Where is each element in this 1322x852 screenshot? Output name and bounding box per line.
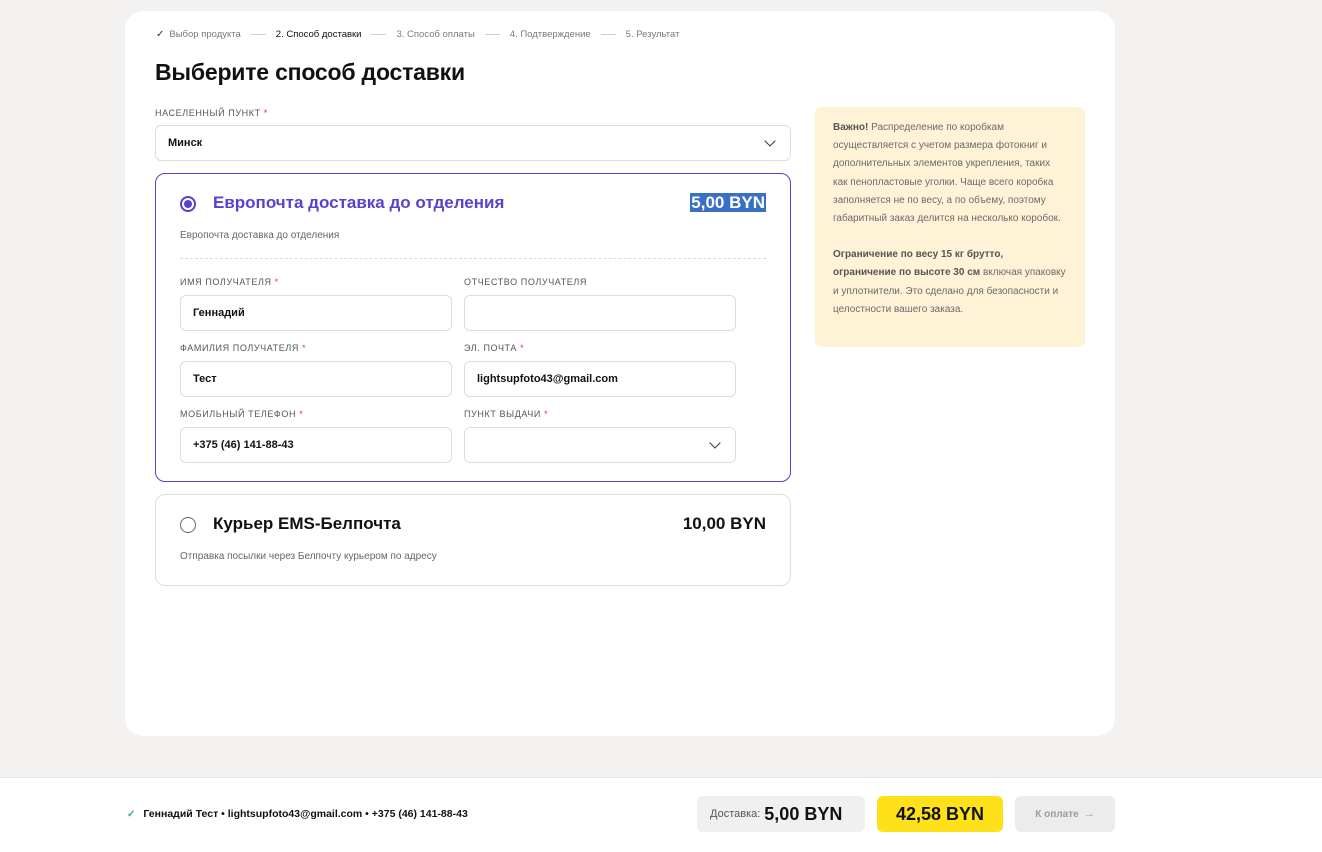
step-label: 2. Способ доставки: [275, 29, 362, 40]
pickup-point-select[interactable]: [464, 427, 736, 463]
phone-label: МОБИЛЬНЫЙ ТЕЛЕФОН *: [180, 409, 304, 419]
city-value: Минск: [168, 137, 203, 149]
step-separator: [600, 34, 616, 35]
phone-field[interactable]: +375 (46) 141-88-43: [180, 427, 452, 463]
check-icon: ✓: [127, 808, 136, 820]
first-name-label: ИМЯ ПОЛУЧАТЕЛЯ *: [180, 277, 279, 287]
email-label: ЭЛ. ПОЧТА *: [464, 343, 525, 353]
option-description: Отправка посылки через Белпочту курьером…: [180, 551, 437, 562]
option-name: Европочта доставка до отделения: [213, 193, 505, 212]
chevron-down-icon: [709, 437, 721, 449]
step-label: 4. Подтверждение: [509, 29, 591, 40]
option-description: Европочта доставка до отделения: [180, 230, 340, 241]
patronymic-field[interactable]: [464, 295, 736, 331]
step-payment: 3. Способ оплаты: [396, 29, 474, 40]
step-separator: [484, 34, 500, 35]
checkout-card: ✓ Выбор продукта 2. Способ доставки 3. С…: [125, 11, 1115, 736]
order-footer: ✓ Геннадий Тест • lightsupfoto43@gmail.c…: [0, 777, 1322, 852]
first-name-field[interactable]: Геннадий: [180, 295, 452, 331]
email-field[interactable]: lightsupfoto43@gmail.com: [464, 361, 736, 397]
customer-summary: ✓ Геннадий Тест • lightsupfoto43@gmail.c…: [127, 808, 468, 820]
delivery-cost: Доставка: 5,00 BYN: [697, 796, 865, 832]
patronymic-label: ОТЧЕСТВО ПОЛУЧАТЕЛЯ: [464, 277, 587, 287]
last-name-field[interactable]: Тест: [180, 361, 452, 397]
step-label: Выбор продукта: [169, 29, 241, 40]
step-label: 5. Результат: [625, 29, 680, 40]
chevron-down-icon: [764, 135, 776, 147]
radio-unselected[interactable]: [180, 517, 196, 533]
radio-selected[interactable]: [180, 196, 196, 212]
order-total: 42,58 BYN: [877, 796, 1003, 832]
shipping-notice: Важно! Распределение по коробкам осущест…: [815, 107, 1085, 347]
divider: [180, 258, 766, 259]
step-separator: [371, 34, 387, 35]
step-confirmation: 4. Подтверждение: [510, 29, 591, 40]
pay-button[interactable]: К оплате →: [1015, 796, 1115, 832]
option-price: 10,00 BYN: [682, 514, 766, 533]
step-label: 3. Способ оплаты: [396, 29, 475, 40]
last-name-label: ФАМИЛИЯ ПОЛУЧАТЕЛЯ *: [180, 343, 307, 353]
city-select[interactable]: Минск: [155, 125, 791, 161]
checkout-stepper: ✓ Выбор продукта 2. Способ доставки 3. С…: [156, 29, 679, 40]
step-result: 5. Результат: [626, 29, 680, 40]
required-mark: *: [263, 108, 268, 118]
option-name: Курьер EMS-Белпочта: [213, 514, 401, 533]
option-price: 5,00 BYN: [690, 193, 766, 212]
check-icon: ✓: [156, 29, 165, 40]
delivery-option-ems[interactable]: Курьер EMS-Белпочта 10,00 BYN Отправка п…: [155, 494, 791, 586]
step-product[interactable]: ✓ Выбор продукта: [156, 29, 241, 40]
step-delivery: 2. Способ доставки: [276, 29, 362, 40]
page-title: Выберите способ доставки: [155, 59, 465, 85]
step-separator: [250, 34, 266, 35]
arrow-right-icon: →: [1083, 808, 1095, 820]
pickup-point-label: ПУНКТ ВЫДАЧИ *: [464, 409, 549, 419]
city-label: НАСЕЛЕННЫЙ ПУНКТ *: [155, 108, 268, 118]
delivery-option-europochta[interactable]: Европочта доставка до отделения 5,00 BYN…: [155, 173, 791, 482]
